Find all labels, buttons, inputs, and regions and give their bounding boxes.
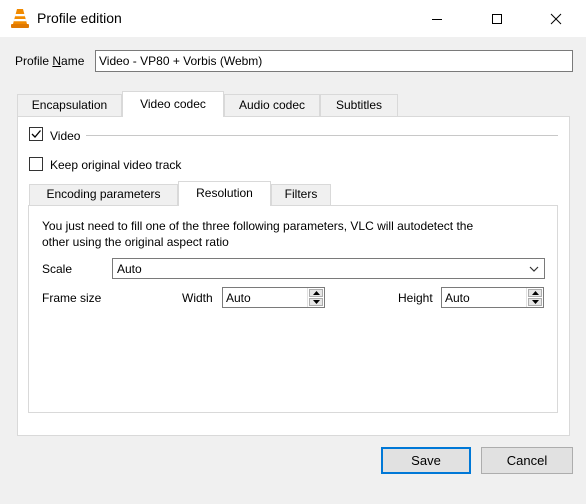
chevron-down-icon bbox=[529, 266, 539, 272]
arrow-up-icon bbox=[312, 291, 320, 295]
width-label: Width bbox=[182, 291, 213, 305]
scale-value: Auto bbox=[117, 262, 142, 276]
height-spinbox[interactable]: Auto bbox=[441, 287, 544, 308]
height-value: Auto bbox=[445, 291, 470, 305]
height-spin-down[interactable] bbox=[528, 298, 542, 306]
height-label: Height bbox=[398, 291, 433, 305]
subtab-filters[interactable]: Filters bbox=[271, 184, 331, 205]
maximize-icon bbox=[492, 13, 502, 24]
tab-video-codec[interactable]: Video codec bbox=[122, 91, 224, 117]
height-spin-up[interactable] bbox=[528, 289, 542, 297]
scale-select[interactable]: Auto bbox=[112, 258, 545, 279]
width-spinbox[interactable]: Auto bbox=[222, 287, 325, 308]
tab-encapsulation[interactable]: Encapsulation bbox=[17, 94, 122, 116]
save-button[interactable]: Save bbox=[381, 447, 471, 474]
tab-audio-codec[interactable]: Audio codec bbox=[224, 94, 320, 116]
video-codec-panel: Video Keep original video track Encoding… bbox=[17, 116, 570, 436]
profile-name-label: Profile Name bbox=[15, 54, 85, 68]
close-icon bbox=[550, 13, 562, 24]
height-spin-buttons bbox=[526, 288, 543, 307]
width-spin-up[interactable] bbox=[309, 289, 323, 297]
vlc-cone-icon bbox=[11, 9, 29, 28]
keep-original-label: Keep original video track bbox=[50, 158, 182, 172]
resolution-panel: You just need to fill one of the three f… bbox=[28, 205, 558, 413]
resolution-info-line1: You just need to fill one of the three f… bbox=[42, 219, 474, 233]
resolution-info-line2: other using the original aspect ratio bbox=[42, 235, 229, 249]
arrow-up-icon bbox=[531, 291, 539, 295]
minimize-button[interactable] bbox=[414, 0, 460, 37]
subtab-encoding-parameters[interactable]: Encoding parameters bbox=[29, 184, 178, 205]
width-value: Auto bbox=[226, 291, 251, 305]
group-separator bbox=[86, 135, 558, 136]
scale-label: Scale bbox=[42, 262, 73, 276]
profile-name-input[interactable]: Video - VP80 + Vorbis (Webm) bbox=[95, 50, 573, 72]
frame-size-label: Frame size bbox=[42, 291, 102, 305]
tab-subtitles[interactable]: Subtitles bbox=[320, 94, 398, 116]
video-enable-checkbox[interactable] bbox=[29, 127, 43, 141]
subtab-resolution[interactable]: Resolution bbox=[178, 181, 271, 206]
width-spin-down[interactable] bbox=[309, 298, 323, 306]
window-title: Profile edition bbox=[37, 10, 122, 26]
width-spin-buttons bbox=[307, 288, 324, 307]
cancel-button[interactable]: Cancel bbox=[481, 447, 573, 474]
checkmark-icon bbox=[31, 130, 41, 138]
title-bar: Profile edition bbox=[0, 0, 586, 37]
maximize-button[interactable] bbox=[474, 0, 520, 37]
video-enable-label: Video bbox=[50, 129, 81, 143]
minimize-icon bbox=[432, 18, 442, 20]
close-button[interactable] bbox=[533, 0, 579, 37]
arrow-down-icon bbox=[312, 300, 320, 304]
keep-original-checkbox[interactable] bbox=[29, 157, 43, 171]
arrow-down-icon bbox=[531, 300, 539, 304]
